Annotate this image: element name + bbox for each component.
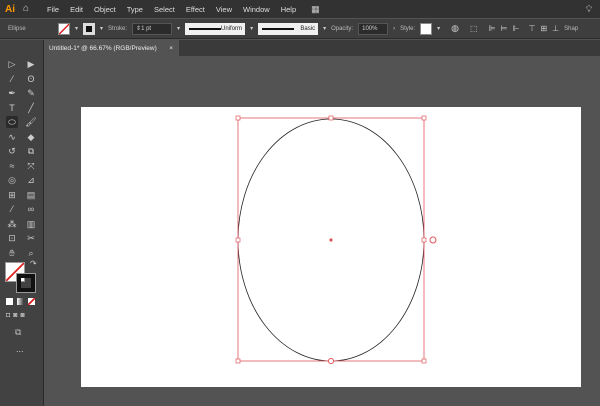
resize-handle[interactable] [421,358,427,364]
resize-handle[interactable] [235,358,241,364]
resize-handle[interactable] [328,115,334,121]
resize-handle[interactable] [235,237,241,243]
resize-handle[interactable] [235,115,241,121]
resize-handle[interactable] [421,237,427,243]
pie-widget-handle[interactable] [429,236,437,244]
bottom-handle[interactable] [328,358,334,364]
selection-overlay [235,115,437,364]
resize-handle[interactable] [421,115,427,121]
center-point [329,238,333,242]
